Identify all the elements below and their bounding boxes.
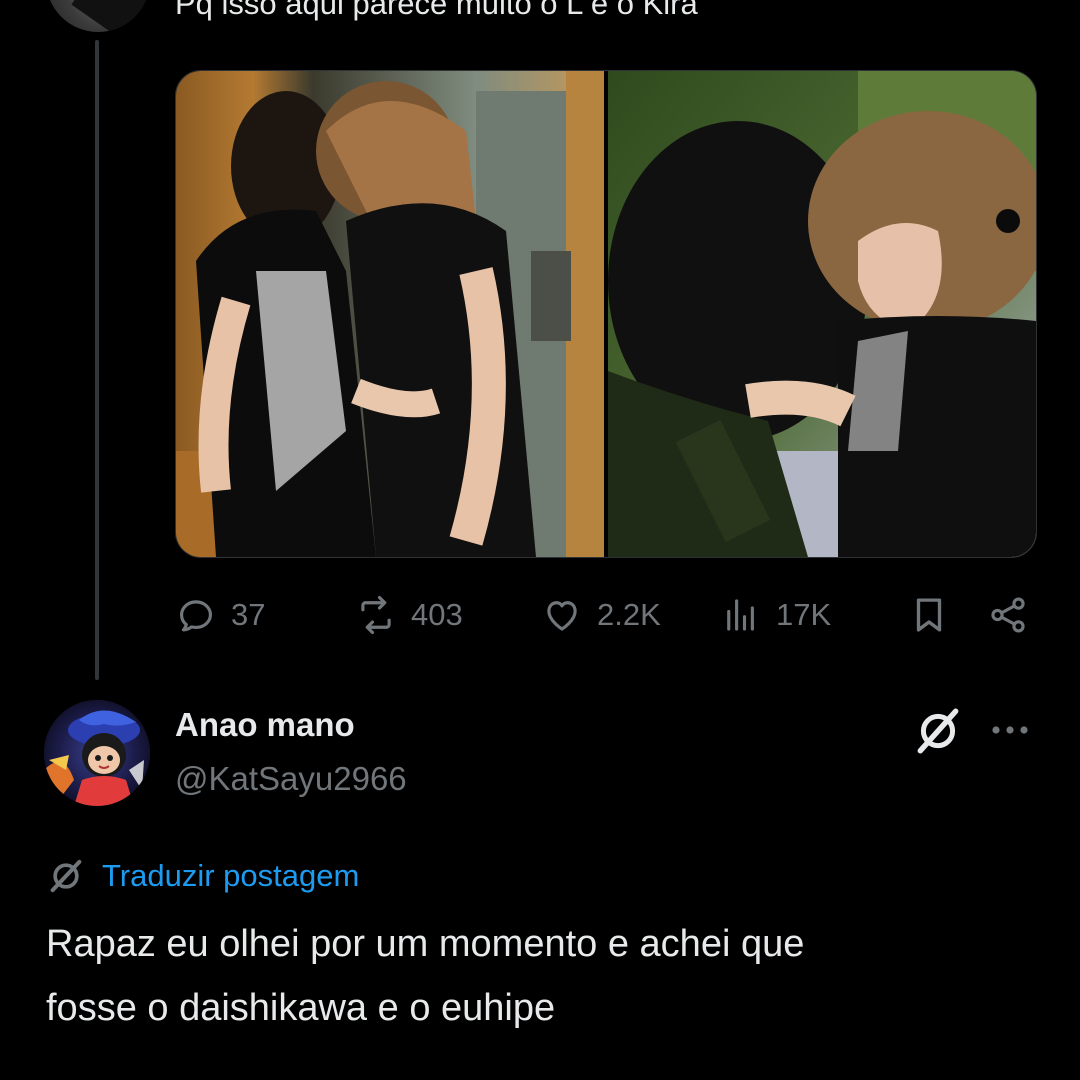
media-photo-right[interactable]	[608, 71, 1036, 557]
repost-icon	[361, 595, 391, 635]
bookmark-icon	[916, 598, 942, 632]
photo-left-image	[176, 71, 604, 557]
bookmark-button[interactable]	[908, 590, 950, 640]
like-count: 2.2K	[597, 597, 661, 632]
more-options-icon[interactable]	[985, 710, 1035, 750]
reply-text-line: Rapaz eu olhei por um momento e achei qu…	[46, 923, 805, 965]
parent-tweet-text: Pq isso aqui parece muito o L e o Kira	[175, 0, 698, 21]
share-button[interactable]	[987, 590, 1029, 640]
avatar-anime-icon	[44, 700, 150, 806]
heart-icon	[547, 601, 577, 631]
grok-icon[interactable]	[913, 706, 963, 756]
repost-count: 403	[411, 597, 463, 632]
parent-tweet-media[interactable]	[175, 70, 1037, 558]
views-button[interactable]: 17K	[720, 590, 831, 640]
reply-tweet-text: Rapaz eu olhei por um momento e achei qu…	[46, 912, 1036, 1040]
tweet-action-bar: 37 403 2.2K 17K	[175, 590, 1035, 640]
like-button[interactable]: 2.2K	[541, 590, 661, 640]
repost-button[interactable]: 403	[355, 590, 463, 640]
translate-post-link[interactable]: Traduzir postagem	[46, 856, 359, 896]
reply-text-line: fosse o daishikawa e o euhipe	[46, 987, 556, 1029]
media-photo-left[interactable]	[176, 71, 604, 557]
reply-author-avatar[interactable]	[44, 700, 150, 806]
tweet-thread-view: Pq isso aqui parece muito o L e o Kira 3…	[0, 0, 1080, 1080]
thread-connector-line	[95, 40, 99, 680]
views-count: 17K	[776, 597, 832, 632]
reply-button[interactable]: 37	[175, 590, 265, 640]
views-chart-icon	[727, 599, 754, 631]
reply-author-display-name[interactable]: Anao mano	[175, 706, 355, 744]
parent-tweet-avatar[interactable]	[46, 0, 150, 32]
share-icon	[991, 597, 1025, 633]
photo-right-image	[608, 71, 1036, 557]
translate-post-label: Traduzir postagem	[102, 858, 360, 893]
reply-icon	[179, 600, 213, 632]
reply-count: 37	[231, 597, 266, 632]
reply-author-handle[interactable]: @KatSayu2966	[175, 760, 407, 798]
grok-translate-icon	[50, 859, 82, 893]
